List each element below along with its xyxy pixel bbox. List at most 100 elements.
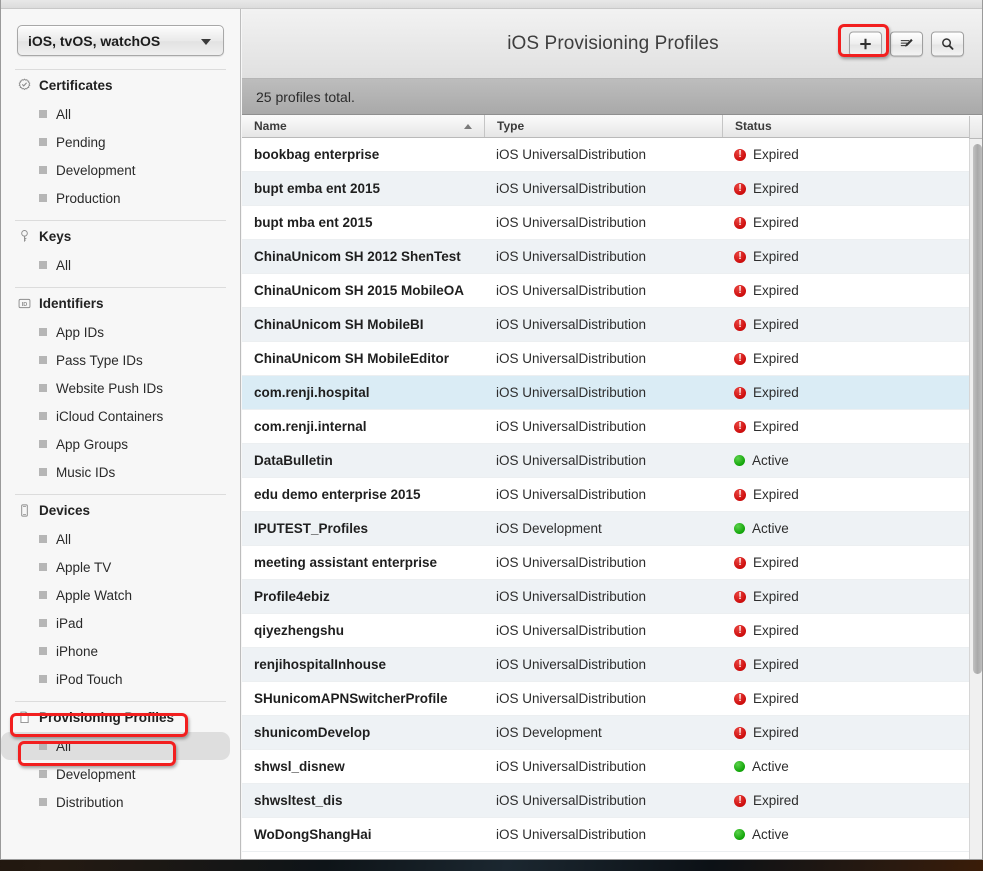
page-title: iOS Provisioning Profiles [507, 32, 719, 54]
cell-profile-name: renjihospitalInhouse [254, 657, 387, 672]
sidebar-group-certificates[interactable]: Certificates [1, 70, 240, 100]
sidebar-item-apple-tv[interactable]: Apple TV [1, 553, 240, 581]
status-badge: Active [752, 827, 789, 842]
table-row[interactable]: edu demo enterprise 2015 iOS UniversalDis… [242, 478, 982, 512]
sidebar-item-label: App IDs [56, 324, 105, 340]
table-row[interactable]: com.renji.hospital iOS UniversalDistribut… [242, 376, 982, 410]
column-header-label: Status [735, 119, 772, 133]
table-row[interactable]: qiyezhengshu iOS UniversalDistribution Exp… [242, 614, 982, 648]
bullet-icon [39, 798, 47, 806]
key-icon [15, 227, 33, 245]
table-row[interactable]: bookbag enterprise iOS UniversalDistribut… [242, 138, 982, 172]
sidebar-group-label: Certificates [39, 77, 113, 93]
main-panel: iOS Provisioning Profiles 25 profiles to… [242, 9, 982, 859]
table-row[interactable]: renjihospitalInhouse iOS UniversalDistrib… [242, 648, 982, 682]
table-row[interactable]: meeting assistant enterprise iOS Universa… [242, 546, 982, 580]
sidebar-item-label: Development [56, 162, 136, 178]
search-button[interactable] [931, 31, 964, 56]
table-row[interactable]: shwsltest_dis iOS UniversalDistribution Ex… [242, 784, 982, 818]
platform-popup-button[interactable]: iOS, tvOS, watchOS [17, 25, 224, 56]
sidebar-group-label: Provisioning Profiles [39, 709, 175, 725]
table-row[interactable]: shunicomDevelop iOS Development Expired [242, 716, 982, 750]
sidebar-item-label: iPod Touch [56, 671, 123, 687]
cell-profile-type: iOS UniversalDistribution [496, 453, 647, 468]
table-row[interactable]: Profile4ebiz iOS UniversalDistribution Exp… [242, 580, 982, 614]
add-profile-button[interactable] [849, 31, 882, 56]
bullet-icon [39, 384, 47, 392]
sidebar-item-icloud-containers[interactable]: iCloud Containers [1, 402, 240, 430]
sidebar-item-music-ids[interactable]: Music IDs [1, 458, 240, 486]
profile-count-bar: 25 profiles total. [242, 79, 982, 115]
cell-profile-status: Expired [722, 317, 982, 332]
sidebar-item-apple-watch[interactable]: Apple Watch [1, 581, 240, 609]
table-row[interactable]: ChinaUnicom SH MobileBI iOS UniversalDist… [242, 308, 982, 342]
status-expired-icon [734, 556, 746, 569]
cell-profile-status: Expired [722, 283, 982, 298]
sidebar-item-iphone[interactable]: iPhone [1, 637, 240, 665]
status-expired-icon [734, 794, 746, 807]
scrollbar-thumb[interactable] [973, 144, 982, 674]
sidebar-item-ipod-touch[interactable]: iPod Touch [1, 665, 240, 693]
status-expired-icon [734, 488, 746, 501]
sidebar-group-keys[interactable]: Keys [1, 221, 240, 251]
column-header-status[interactable]: Status [722, 115, 982, 137]
platform-popup-wrap: iOS, tvOS, watchOS [1, 9, 240, 56]
edit-profile-button[interactable] [890, 31, 923, 56]
sidebar-item-certificates-all[interactable]: All [1, 100, 240, 128]
table-row[interactable]: ChinaUnicom SH MobileEditor iOS Universal… [242, 342, 982, 376]
cell-profile-status: Expired [722, 351, 982, 366]
sidebar-group-provisioning-profiles[interactable]: Provisioning Profiles [1, 702, 240, 732]
id-badge-icon: ID [15, 294, 33, 312]
sidebar-item-devices-all[interactable]: All [1, 525, 240, 553]
profiles-table[interactable]: bookbag enterprise iOS UniversalDistribut… [242, 138, 982, 859]
status-expired-icon [734, 318, 746, 331]
cell-profile-type: iOS UniversalDistribution [496, 555, 647, 570]
table-row[interactable]: ChinaUnicom SH 2012 ShenTest iOS Universa… [242, 240, 982, 274]
status-badge: Active [752, 759, 789, 774]
column-header-type[interactable]: Type [484, 115, 722, 137]
sidebar-item-certificates-production[interactable]: Production [1, 184, 240, 212]
sidebar-item-website-push-ids[interactable]: Website Push IDs [1, 374, 240, 402]
sidebar-item-label: iCloud Containers [56, 408, 164, 424]
sidebar-item-keys-all[interactable]: All [1, 251, 240, 279]
sidebar-item-certificates-development[interactable]: Development [1, 156, 240, 184]
table-row[interactable]: WoDongShangHai iOS UniversalDistribution A… [242, 818, 982, 852]
cell-profile-name: ChinaUnicom SH MobileBI [254, 317, 424, 332]
sidebar-group-devices[interactable]: Devices [1, 495, 240, 525]
bullet-icon [39, 138, 47, 146]
cell-profile-type: iOS UniversalDistribution [496, 827, 647, 842]
cell-profile-type: iOS UniversalDistribution [496, 657, 647, 672]
sidebar-item-provisioning-profiles-distribution[interactable]: Distribution [1, 788, 240, 816]
table-row[interactable]: bupt emba ent 2015 iOS UniversalDistribut… [242, 172, 982, 206]
sidebar-item-provisioning-profiles-development[interactable]: Development [1, 760, 240, 788]
sidebar-group-label: Identifiers [39, 295, 104, 311]
status-expired-icon [734, 284, 746, 297]
table-row[interactable]: shwsl_disnew iOS UniversalDistribution Act… [242, 750, 982, 784]
table-row[interactable]: bupt mba ent 2015 iOS UniversalDistributi… [242, 206, 982, 240]
table-row[interactable]: IPUTEST_Profiles iOS Development Active [242, 512, 982, 546]
sidebar-item-certificates-pending[interactable]: Pending [1, 128, 240, 156]
table-row[interactable]: com.renji.internal iOS UniversalDistribut… [242, 410, 982, 444]
vertical-scrollbar[interactable] [969, 139, 982, 859]
status-active-icon [734, 523, 745, 534]
bullet-icon [39, 563, 47, 571]
sidebar-item-label: Production [56, 190, 121, 206]
sidebar-item-app-groups[interactable]: App Groups [1, 430, 240, 458]
status-expired-icon [734, 590, 746, 603]
sidebar-item-app-ids[interactable]: App IDs [1, 318, 240, 346]
status-badge: Expired [753, 181, 799, 196]
sidebar-item-pass-type-ids[interactable]: Pass Type IDs [1, 346, 240, 374]
table-row[interactable]: ChinaUnicom SH 2015 MobileOA iOS Universa… [242, 274, 982, 308]
sidebar-item-ipad[interactable]: iPad [1, 609, 240, 637]
table-row[interactable]: DataBulletin iOS UniversalDistribution Act… [242, 444, 982, 478]
column-header-name[interactable]: Name [242, 115, 484, 137]
search-magnifier-icon [940, 36, 955, 51]
sidebar-group-identifiers[interactable]: ID Identifiers [1, 288, 240, 318]
cell-profile-name: com.renji.hospital [254, 385, 370, 400]
table-row[interactable]: SHunicomAPNSwitcherProfile iOS UniversalD… [242, 682, 982, 716]
cell-profile-type: iOS UniversalDistribution [496, 351, 647, 366]
status-expired-icon [734, 386, 746, 399]
status-badge: Expired [753, 657, 799, 672]
sidebar-nav: Certificates All Pending Development Pro… [1, 69, 240, 816]
sidebar-item-provisioning-profiles-all[interactable]: All [1, 732, 230, 760]
